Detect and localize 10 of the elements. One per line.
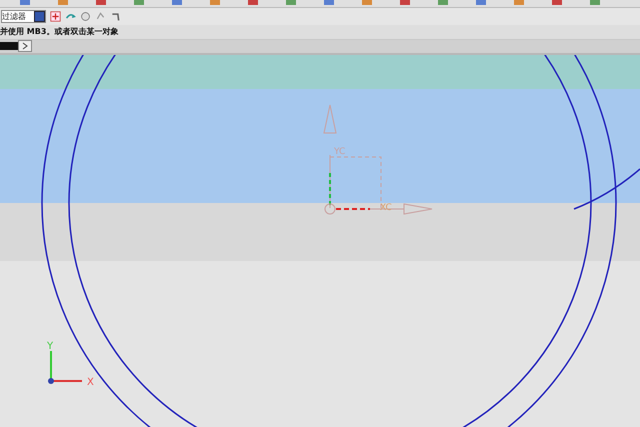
axis-label: YC xyxy=(334,146,346,157)
prompt-text: 并使用 MB3。或者双击某一对象 xyxy=(0,26,118,38)
axis-label: XC xyxy=(380,202,392,213)
arrow-right-icon[interactable] xyxy=(18,40,32,52)
axis-label: Y xyxy=(47,340,54,352)
arc-curve xyxy=(574,168,640,210)
axis-label: X xyxy=(87,376,94,388)
snap-point-icon[interactable] xyxy=(50,10,61,22)
coordinate-triad-drawing xyxy=(48,350,82,384)
filter-dropdown[interactable]: 过滤器 xyxy=(1,10,46,23)
